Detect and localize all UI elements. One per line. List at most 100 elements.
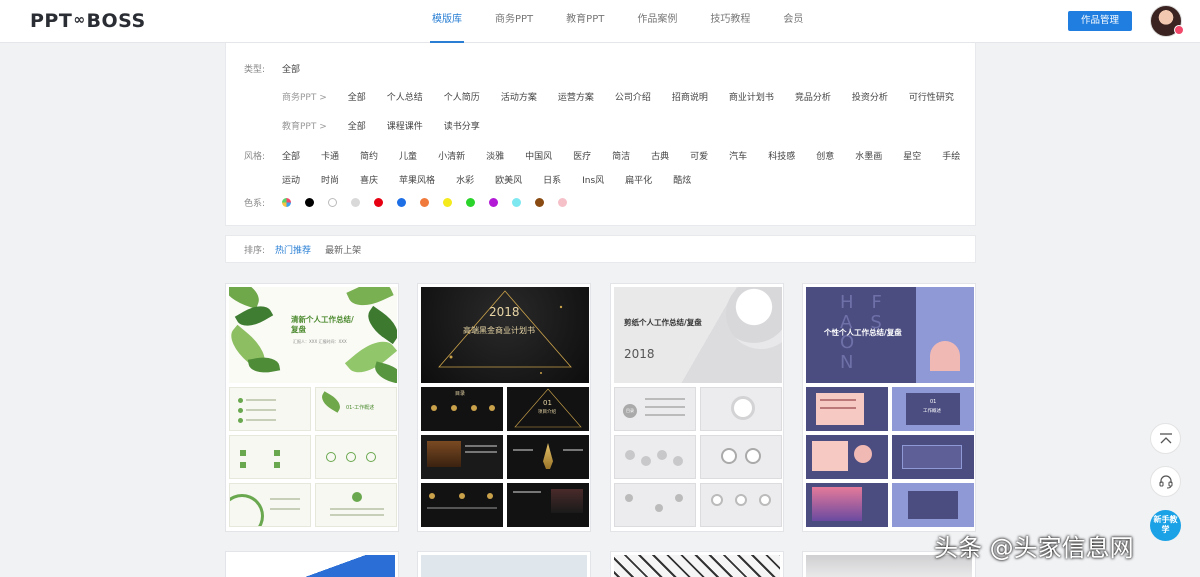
business-item[interactable]: 运营方案: [558, 90, 594, 103]
business-item[interactable]: 可行性研究: [909, 90, 954, 103]
style-label: 风格:: [244, 152, 266, 162]
style-item[interactable]: 儿童: [399, 149, 417, 162]
style-item[interactable]: 古典: [651, 149, 669, 162]
slide-thumbnail: [421, 483, 503, 527]
style-item[interactable]: 科技感: [768, 149, 795, 162]
sort-hot[interactable]: 热门推荐: [275, 243, 311, 256]
color-swatch[interactable]: [535, 198, 544, 207]
back-to-top-button[interactable]: [1150, 423, 1181, 454]
template-card-partial[interactable]: [417, 551, 591, 577]
style-item[interactable]: 苹果风格: [399, 173, 435, 186]
education-item[interactable]: 课程课件: [387, 119, 423, 132]
education-item[interactable]: 读书分享: [444, 119, 480, 132]
nav-cases[interactable]: 作品案例: [625, 0, 689, 43]
color-swatch[interactable]: [443, 198, 452, 207]
color-swatch[interactable]: [397, 198, 406, 207]
template-preview-thumbnails: 01-工作概述: [229, 387, 397, 527]
cover-year: 2018: [624, 347, 655, 361]
business-item[interactable]: 全部: [348, 90, 366, 103]
template-card-partial[interactable]: [225, 551, 399, 577]
business-item[interactable]: 竞品分析: [795, 90, 831, 103]
beginner-tutorial-button[interactable]: 新手教学: [1150, 510, 1181, 541]
slide-section-number: 01: [543, 399, 552, 407]
slide-section-title: 01-工作概述: [346, 405, 375, 411]
style-item[interactable]: 可爱: [690, 149, 708, 162]
style-item[interactable]: 日系: [543, 173, 561, 186]
color-swatch[interactable]: [512, 198, 521, 207]
slide-thumbnail: [806, 387, 888, 431]
slide-thumbnail: 目录: [421, 387, 503, 431]
template-card-partial[interactable]: [610, 551, 784, 577]
slide-thumbnail: [700, 435, 782, 479]
template-card[interactable]: 清新个人工作总结/复盘 汇报人：XXX 汇报时间：XXX 01-工作概述: [225, 283, 399, 532]
style-item[interactable]: 水彩: [456, 173, 474, 186]
user-avatar[interactable]: [1150, 5, 1184, 37]
business-item[interactable]: 投资分析: [852, 90, 888, 103]
style-item[interactable]: 小清新: [438, 149, 465, 162]
nav-business-ppt[interactable]: 商务PPT: [483, 0, 545, 43]
slide-section-title: 工作概述: [923, 409, 941, 414]
style-item[interactable]: 星空: [903, 149, 921, 162]
style-item[interactable]: 淡雅: [486, 149, 504, 162]
color-swatch[interactable]: [374, 198, 383, 207]
business-item[interactable]: 活动方案: [501, 90, 537, 103]
slide-thumbnail: [507, 435, 589, 479]
nav-template-library[interactable]: 模版库: [420, 0, 474, 43]
business-item[interactable]: 商业计划书: [729, 90, 774, 103]
manage-works-button[interactable]: 作品管理: [1068, 11, 1132, 31]
style-item[interactable]: 全部: [282, 149, 300, 162]
style-item[interactable]: 酷炫: [673, 173, 691, 186]
color-swatch[interactable]: [558, 198, 567, 207]
slide-thumbnail: [315, 435, 397, 479]
color-label: 色系:: [244, 199, 266, 209]
business-item[interactable]: 个人简历: [444, 90, 480, 103]
template-card[interactable]: 剪纸个人工作总结/复盘 2018 目录: [610, 283, 784, 532]
style-item[interactable]: 中国风: [525, 149, 552, 162]
type-label: 类型:: [244, 65, 266, 75]
style-item[interactable]: 运动: [282, 173, 300, 186]
style-item[interactable]: 手绘: [942, 149, 960, 162]
business-item[interactable]: 公司介绍: [615, 90, 651, 103]
style-item[interactable]: 简约: [360, 149, 378, 162]
nav-membership[interactable]: 会员: [771, 0, 815, 43]
template-card[interactable]: HFASON 个性个人工作总结/复盘 01 工作概述: [802, 283, 976, 532]
slide-thumbnail: [806, 483, 888, 527]
sort-label: 排序:: [244, 245, 266, 256]
style-item[interactable]: 医疗: [573, 149, 591, 162]
color-swatch[interactable]: [305, 198, 314, 207]
education-ppt-label[interactable]: 教育PPT >: [282, 119, 327, 132]
style-item[interactable]: 汽车: [729, 149, 747, 162]
cover-title: 剪纸个人工作总结/复盘: [624, 318, 702, 327]
leaf-decoration: [372, 361, 397, 383]
business-item[interactable]: 个人总结: [387, 90, 423, 103]
template-card[interactable]: 2018 高端黑金商业计划书 目录 01 项目介绍: [417, 283, 591, 532]
style-item[interactable]: 创意: [816, 149, 834, 162]
color-swatch[interactable]: [328, 198, 337, 207]
style-item[interactable]: 扁平化: [625, 173, 652, 186]
style-item[interactable]: 喜庆: [360, 173, 378, 186]
color-swatch[interactable]: [351, 198, 360, 207]
sort-newest[interactable]: 最新上架: [325, 243, 361, 256]
color-all-swatch[interactable]: [282, 198, 291, 207]
customer-service-button[interactable]: [1150, 466, 1181, 497]
color-swatch[interactable]: [420, 198, 429, 207]
education-item[interactable]: 全部: [348, 119, 366, 132]
style-item[interactable]: 卡通: [321, 149, 339, 162]
style-item[interactable]: 水墨画: [855, 149, 882, 162]
slide-thumbnail: [892, 483, 974, 527]
style-item[interactable]: Ins风: [582, 173, 604, 186]
business-ppt-label[interactable]: 商务PPT >: [282, 90, 327, 103]
style-item[interactable]: 欧美风: [495, 173, 522, 186]
color-swatch[interactable]: [489, 198, 498, 207]
color-swatch[interactable]: [466, 198, 475, 207]
pptboss-logo[interactable]: PPT ∞ BOSS: [30, 8, 146, 34]
slide-thumbnail: [229, 387, 311, 431]
nav-education-ppt[interactable]: 教育PPT: [554, 0, 616, 43]
nav-tutorials[interactable]: 技巧教程: [698, 0, 762, 43]
style-item[interactable]: 时尚: [321, 173, 339, 186]
style-item[interactable]: 简洁: [612, 149, 630, 162]
slide-thumbnail: [700, 387, 782, 431]
type-all[interactable]: 全部: [282, 62, 300, 75]
cover-title: 个性个人工作总结/复盘: [824, 328, 902, 337]
business-item[interactable]: 招商说明: [672, 90, 708, 103]
